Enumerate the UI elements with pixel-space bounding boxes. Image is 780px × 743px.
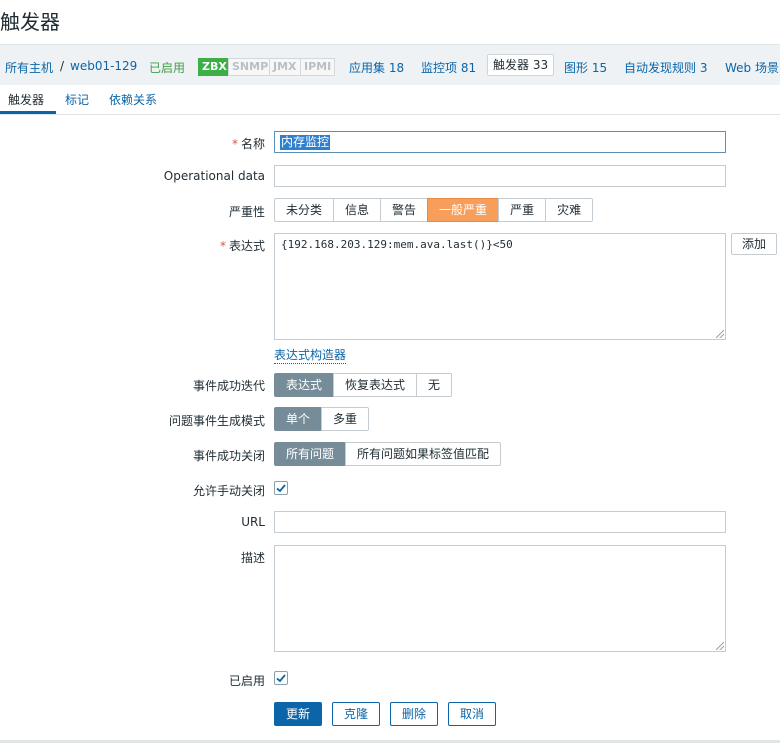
ok-event-none[interactable]: 无 [416,373,453,397]
expression-builder-link[interactable]: 表达式构造器 [274,346,347,364]
severity-information[interactable]: 信息 [333,198,382,222]
tab-dependencies[interactable]: 依赖关系 [109,91,157,108]
form-actions: 更新 克隆 删除 取消 [274,702,497,726]
checkmark-icon [276,674,286,683]
problem-mode-multiple[interactable]: 多重 [321,407,370,431]
enabled-checkbox[interactable] [274,671,288,685]
name-input[interactable]: 内存监控 [274,131,726,153]
cancel-button[interactable]: 取消 [448,702,497,726]
enabled-label: 已启用 [228,674,265,688]
active-tab-indicator [0,111,56,114]
name-input-value: 内存监控 [280,135,331,150]
ok-event-recovery-expression[interactable]: 恢复表达式 [333,373,418,397]
name-label: * 名称 [231,137,265,151]
operational-data-input[interactable] [274,165,726,187]
ok-close-tag-match[interactable]: 所有问题如果标签值匹配 [345,442,502,466]
problem-mode-selector: 单个 多重 [274,407,370,431]
clone-button[interactable]: 克隆 [332,702,381,726]
ok-event-closes-label: 事件成功关闭 [192,449,265,463]
applications-link[interactable]: 应用集 18 [349,59,404,76]
description-textarea[interactable] [274,545,726,652]
resize-grip-icon[interactable] [716,330,724,338]
discovery-rules-link[interactable]: 自动发现规则 3 [624,59,707,76]
form-tabs: 触发器 标记 依赖关系 [0,84,780,115]
severity-high[interactable]: 严重 [498,198,547,222]
add-expression-button[interactable]: 添加 [731,233,777,255]
ok-event-expression[interactable]: 表达式 [274,373,335,397]
checkmark-icon [276,484,286,493]
severity-disaster[interactable]: 灾难 [545,198,594,222]
host-name-link[interactable]: web01-129 [70,59,137,73]
ok-event-generation-label: 事件成功迭代 [192,379,265,393]
items-link[interactable]: 监控项 81 [421,59,476,76]
graphs-link[interactable]: 图形 15 [564,59,607,76]
ok-event-closes-selector: 所有问题 所有问题如果标签值匹配 [274,442,502,466]
delete-button[interactable]: 删除 [390,702,439,726]
severity-selector: 未分类 信息 警告 一般严重 严重 灾难 [274,198,594,222]
triggers-tab-active[interactable]: 触发器 33 [487,54,555,76]
all-hosts-link[interactable]: 所有主机 [5,59,53,76]
web-scenarios-link[interactable]: Web 场景 [725,59,779,76]
host-navigation-bar: 所有主机 / web01-129 已启用 ZBX SNMP JMX IPMI 应… [0,44,780,85]
ipmi-badge: IPMI [300,58,336,76]
jmx-badge: JMX [269,58,301,76]
host-status-enabled[interactable]: 已启用 [149,59,185,76]
zbx-badge: ZBX [198,58,231,76]
problem-mode-single[interactable]: 单个 [274,407,323,431]
resize-grip-icon[interactable] [716,642,724,650]
severity-label: 严重性 [228,205,265,219]
expression-label: * 表达式 [219,239,265,253]
tab-trigger[interactable]: 触发器 [8,91,44,108]
severity-warning[interactable]: 警告 [380,198,429,222]
tab-tags[interactable]: 标记 [65,91,89,108]
url-label: URL [241,515,265,529]
problem-mode-label: 问题事件生成模式 [168,414,265,428]
severity-average[interactable]: 一般严重 [427,198,500,222]
breadcrumb-separator: / [60,59,65,73]
severity-not-classified[interactable]: 未分类 [274,198,335,222]
url-input[interactable] [274,511,726,533]
ok-close-all-problems[interactable]: 所有问题 [274,442,347,466]
expression-value: {192.168.203.129:mem.ava.last()}<50 [281,238,513,251]
page-title: 触发器 [0,10,60,34]
expression-textarea[interactable]: {192.168.203.129:mem.ava.last()}<50 [274,233,726,340]
manual-close-label: 允许手动关闭 [192,484,265,498]
manual-close-checkbox[interactable] [274,481,288,495]
snmp-badge: SNMP [228,58,273,76]
description-label: 描述 [240,551,265,565]
update-button[interactable]: 更新 [274,702,323,726]
ok-event-generation-selector: 表达式 恢复表达式 无 [274,373,453,397]
operational-data-label: Operational data [163,169,265,183]
